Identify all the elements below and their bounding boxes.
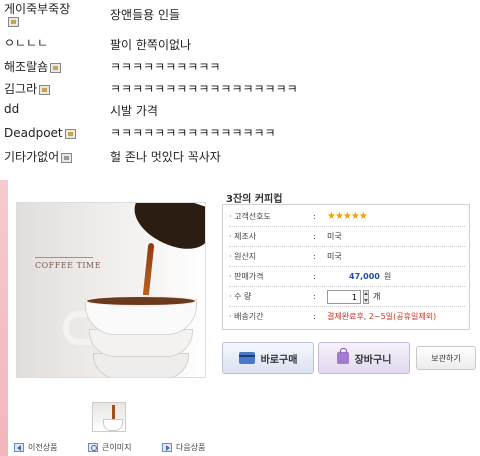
next-product-label: 다음상품	[176, 443, 206, 452]
comment-author-name[interactable]: 김그라	[4, 82, 37, 96]
user-grey-icon	[61, 152, 73, 163]
add-to-cart-label: 장바구니	[354, 354, 392, 366]
price-label: · 판매가격	[229, 272, 264, 281]
delivery-label: · 배송기간	[229, 312, 264, 321]
comment-text: 장앤들용 인들	[110, 8, 181, 22]
quantity-input[interactable]	[327, 290, 361, 304]
buy-now-button[interactable]: 바로구매	[222, 342, 314, 374]
price-value-wrap: 47,000 원	[327, 267, 391, 287]
user-icon	[8, 17, 19, 27]
price-unit: 원	[383, 272, 392, 281]
comment-text: ㅋㅋㅋㅋㅋㅋㅋㅋㅋㅋ	[110, 60, 221, 74]
user-icon	[39, 84, 51, 95]
prev-product-button[interactable]: 이전상품	[14, 442, 57, 453]
comment-author[interactable]: 해조랄숌	[4, 60, 62, 74]
comment-text: ㅋㅋㅋㅋㅋㅋㅋㅋㅋㅋㅋㅋㅋㅋㅋ	[110, 126, 276, 140]
arrow-left-icon	[14, 443, 24, 452]
large-image-button[interactable]: 큰이미지	[88, 442, 131, 453]
arrow-right-icon	[162, 443, 172, 452]
comment-author[interactable]: dd	[4, 102, 19, 116]
comment-author[interactable]: Deadpoet	[4, 126, 76, 140]
thumb-cup-shape	[103, 419, 123, 431]
origin-value: 미국	[327, 252, 342, 261]
info-row-rating: · 고객선호도 : ★★★★★	[229, 207, 465, 227]
comment-author-name[interactable]: 해조랄숌	[4, 60, 48, 74]
save-for-later-label: 보관하기	[431, 353, 461, 363]
shopping-bag-icon	[336, 348, 349, 364]
rating-stars: ★★★★★	[327, 211, 368, 222]
comment-author-name[interactable]: 게이죽부죽장	[4, 2, 70, 16]
add-to-cart-button[interactable]: 장바구니	[318, 342, 410, 374]
info-row-maker: · 제조사 : 미국	[229, 227, 465, 247]
comment-text: 헐 존나 멋있다 꼭사자	[110, 150, 221, 164]
colon: :	[313, 292, 316, 301]
user-icon	[64, 128, 76, 139]
quantity-unit: 개	[373, 292, 381, 301]
colon: :	[313, 232, 316, 241]
coffee-surface-shape	[85, 295, 197, 307]
prev-product-label: 이전상품	[28, 443, 58, 452]
comment-author[interactable]: ㅇㄴㄴㄴ	[4, 36, 48, 50]
user-icon	[50, 62, 62, 73]
comment-author[interactable]: 기타가없어	[4, 150, 73, 164]
maker-value: 미국	[327, 232, 342, 241]
comment-text: 팔이 한쪽이없나	[110, 38, 192, 52]
origin-label: · 원산지	[229, 252, 257, 261]
product-thumbnail[interactable]	[92, 402, 126, 432]
comment-author-name[interactable]: 기타가없어	[4, 150, 59, 164]
product-info-table: · 고객선호도 : ★★★★★ · 제조사 : 미국 · 원산지 : 미국 · …	[222, 204, 470, 330]
photo-caption: COFFEE TIME	[35, 261, 102, 270]
info-row-price: · 판매가격 : 47,000 원	[229, 267, 465, 287]
comment-author[interactable]: 게이죽부죽장	[4, 2, 70, 27]
price-value: 47,000	[349, 272, 380, 281]
image-nav: 이전상품 큰이미지 다음상품	[14, 442, 234, 456]
colon: :	[313, 212, 316, 221]
buy-now-label: 바로구매	[260, 354, 298, 366]
info-row-quantity: · 수 량 : 개	[229, 287, 465, 307]
comment-text: 시발 가격	[110, 104, 158, 118]
colon: :	[313, 312, 316, 321]
info-row-delivery: · 배송기간 : 결제완료후, 2~5일(공휴일제외)	[229, 307, 465, 327]
colon: :	[313, 272, 316, 281]
delivery-value: 결제완료후, 2~5일(공휴일제외)	[327, 312, 437, 321]
credit-card-icon	[238, 352, 255, 364]
photo-card-line	[35, 257, 93, 258]
save-for-later-button[interactable]: 보관하기	[416, 346, 476, 370]
magnifier-icon	[88, 443, 98, 452]
comment-text: ㅋㅋㅋㅋㅋㅋㅋㅋㅋㅋㅋㅋㅋㅋㅋㅋㅋ	[110, 82, 298, 96]
large-image-label: 큰이미지	[102, 443, 132, 452]
quantity-label: · 수 량	[229, 292, 252, 301]
decorative-side-bar	[0, 180, 8, 456]
colon: :	[313, 252, 316, 261]
info-row-origin: · 원산지 : 미국	[229, 247, 465, 267]
product-section: COFFEE TIME 이전상품 큰이미지 다음상품 3잔의 커피컵 · 고객선…	[0, 180, 480, 456]
product-title: 3잔의 커피컵	[226, 194, 283, 205]
quantity-stepper[interactable]	[363, 290, 369, 304]
comment-author[interactable]: 김그라	[4, 82, 51, 96]
maker-label: · 제조사	[229, 232, 257, 241]
comment-author-name[interactable]: Deadpoet	[4, 126, 63, 140]
rating-label: · 고객선호도	[229, 212, 271, 221]
next-product-button[interactable]: 다음상품	[162, 442, 205, 453]
product-photo[interactable]: COFFEE TIME	[16, 202, 206, 378]
